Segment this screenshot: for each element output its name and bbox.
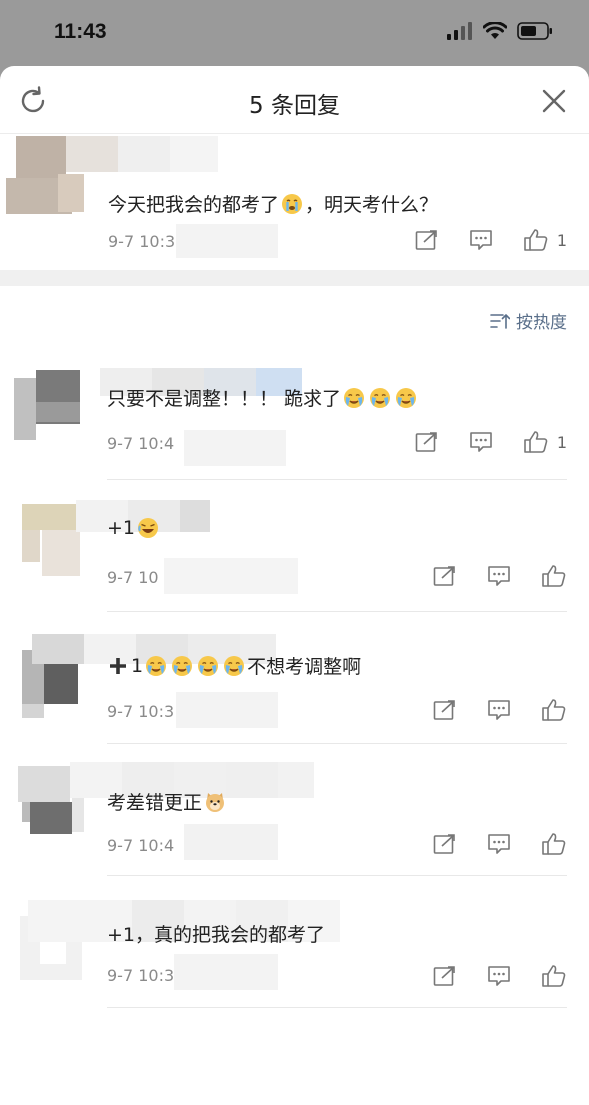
main-comment: 今天把我会的都考了 ，明天考什么？ 9-7 10:3 1 xyxy=(0,134,589,270)
share-icon xyxy=(433,700,455,720)
comment-text: 今天把我会的都考了 ，明天考什么？ xyxy=(108,190,438,217)
sheet-header: 5 条回复 xyxy=(0,66,589,134)
comment-button[interactable] xyxy=(469,431,493,453)
wifi-icon xyxy=(483,22,507,39)
replies-sheet: 5 条回复 今天把我会的都考了 ，明天考什么？ 9-7 10:3 1 按热度 只… xyxy=(0,66,589,1105)
share-icon xyxy=(433,566,455,586)
comment-button[interactable] xyxy=(487,965,511,987)
tears-emoji-icon xyxy=(394,386,418,410)
tears-emoji-icon xyxy=(368,386,392,410)
tears-emoji-icon xyxy=(342,386,366,410)
comment-icon xyxy=(488,566,510,586)
like-button[interactable] xyxy=(541,698,567,722)
comment-icon xyxy=(470,432,492,452)
comment-icon xyxy=(488,834,510,854)
comment-actions: 1 xyxy=(385,430,567,454)
sort-by-popularity-button[interactable]: 按热度 xyxy=(490,308,567,333)
redacted-time xyxy=(184,430,286,466)
comment-time: 9-7 10:3 xyxy=(107,966,175,985)
like-button[interactable] xyxy=(541,832,567,856)
comment-button[interactable] xyxy=(487,833,511,855)
comment-time: 9-7 10 xyxy=(107,568,159,587)
comment-time: 9-7 10:3 xyxy=(108,232,176,251)
thumbs-up-icon xyxy=(542,565,566,587)
share-icon xyxy=(433,966,455,986)
thumbs-up-icon xyxy=(542,965,566,987)
plus-icon xyxy=(110,657,126,674)
redacted-time xyxy=(176,224,278,258)
share-button[interactable] xyxy=(415,229,439,251)
share-icon xyxy=(433,834,455,854)
thumbs-up-icon xyxy=(524,431,548,453)
like-button[interactable] xyxy=(541,964,567,988)
crying-emoji-icon xyxy=(280,192,304,216)
sort-label: 按热度 xyxy=(516,313,567,333)
comment-time: 9-7 10:3 xyxy=(107,702,175,721)
comment-text: 只要不是调整！！！ 跪求了 xyxy=(107,384,419,411)
comment-time: 9-7 10:4 xyxy=(107,434,175,453)
comment-actions xyxy=(403,832,567,856)
comment-actions xyxy=(403,564,567,588)
doge-emoji-icon xyxy=(203,790,227,814)
share-icon xyxy=(415,432,437,452)
comment-icon xyxy=(470,230,492,250)
reply-item: +1 9-7 10 xyxy=(0,480,589,612)
tears-emoji-icon xyxy=(222,654,246,678)
like-count: 1 xyxy=(556,230,567,250)
tears-emoji-icon xyxy=(144,654,168,678)
redacted-time xyxy=(174,954,278,990)
like-button[interactable]: 1 xyxy=(523,430,567,454)
share-button[interactable] xyxy=(433,833,457,855)
comment-text: 1 不想考调整啊 xyxy=(107,652,361,679)
redacted-time xyxy=(184,824,278,860)
comment-actions xyxy=(403,964,567,988)
thumbs-up-icon xyxy=(524,229,548,251)
comment-icon xyxy=(488,700,510,720)
reply-item: 只要不是调整！！！ 跪求了 9-7 10:4 1 xyxy=(0,348,589,480)
replies-list: 只要不是调整！！！ 跪求了 9-7 10:4 1 +1 9-7 10 1 不想考调整啊… xyxy=(0,348,589,1008)
thumbs-up-icon xyxy=(542,833,566,855)
share-button[interactable] xyxy=(415,431,439,453)
comment-text: +1 xyxy=(107,516,161,540)
status-icons xyxy=(447,22,553,40)
comment-icon xyxy=(488,966,510,986)
comment-actions xyxy=(403,698,567,722)
cellular-signal-icon xyxy=(447,22,472,40)
share-button[interactable] xyxy=(433,965,457,987)
reply-item: 考差错更正 9-7 10:4 xyxy=(0,744,589,876)
tears-emoji-icon xyxy=(196,654,220,678)
section-divider xyxy=(0,270,589,286)
battery-icon xyxy=(517,22,552,40)
redacted-time xyxy=(176,692,278,728)
close-button[interactable] xyxy=(541,88,567,114)
comment-text: +1，真的把我会的都考了 xyxy=(107,924,326,946)
redacted-time xyxy=(164,558,298,594)
sort-row: 按热度 xyxy=(0,286,589,348)
comment-button[interactable] xyxy=(469,229,493,251)
close-icon xyxy=(542,89,566,113)
tears-emoji-icon xyxy=(170,654,194,678)
page-title: 5 条回复 xyxy=(249,93,340,119)
share-button[interactable] xyxy=(433,565,457,587)
comment-time: 9-7 10:4 xyxy=(107,836,175,855)
comment-button[interactable] xyxy=(487,699,511,721)
reply-item: +1，真的把我会的都考了 9-7 10:3 xyxy=(0,876,589,1008)
reply-item: 1 不想考调整啊 9-7 10:3 xyxy=(0,612,589,744)
like-button[interactable]: 1 xyxy=(523,228,567,252)
sort-icon xyxy=(490,313,510,329)
status-time: 11:43 xyxy=(54,20,107,43)
reply-divider xyxy=(107,1007,567,1008)
laugh-emoji-icon xyxy=(136,516,160,540)
like-count: 1 xyxy=(556,432,567,452)
comment-text: 考差错更正 xyxy=(107,788,228,815)
comment-button[interactable] xyxy=(487,565,511,587)
status-bar: 11:43 xyxy=(0,0,589,66)
comment-actions: 1 xyxy=(385,228,567,252)
share-icon xyxy=(415,230,437,250)
share-button[interactable] xyxy=(433,699,457,721)
like-button[interactable] xyxy=(541,564,567,588)
thumbs-up-icon xyxy=(542,699,566,721)
